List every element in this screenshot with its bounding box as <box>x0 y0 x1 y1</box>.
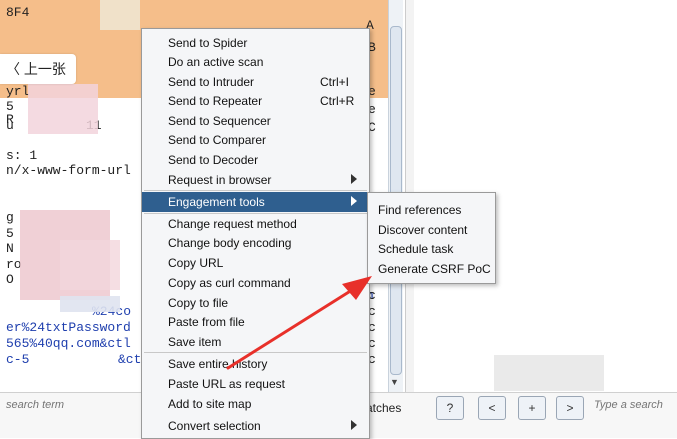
annotation-arrow <box>226 276 372 370</box>
